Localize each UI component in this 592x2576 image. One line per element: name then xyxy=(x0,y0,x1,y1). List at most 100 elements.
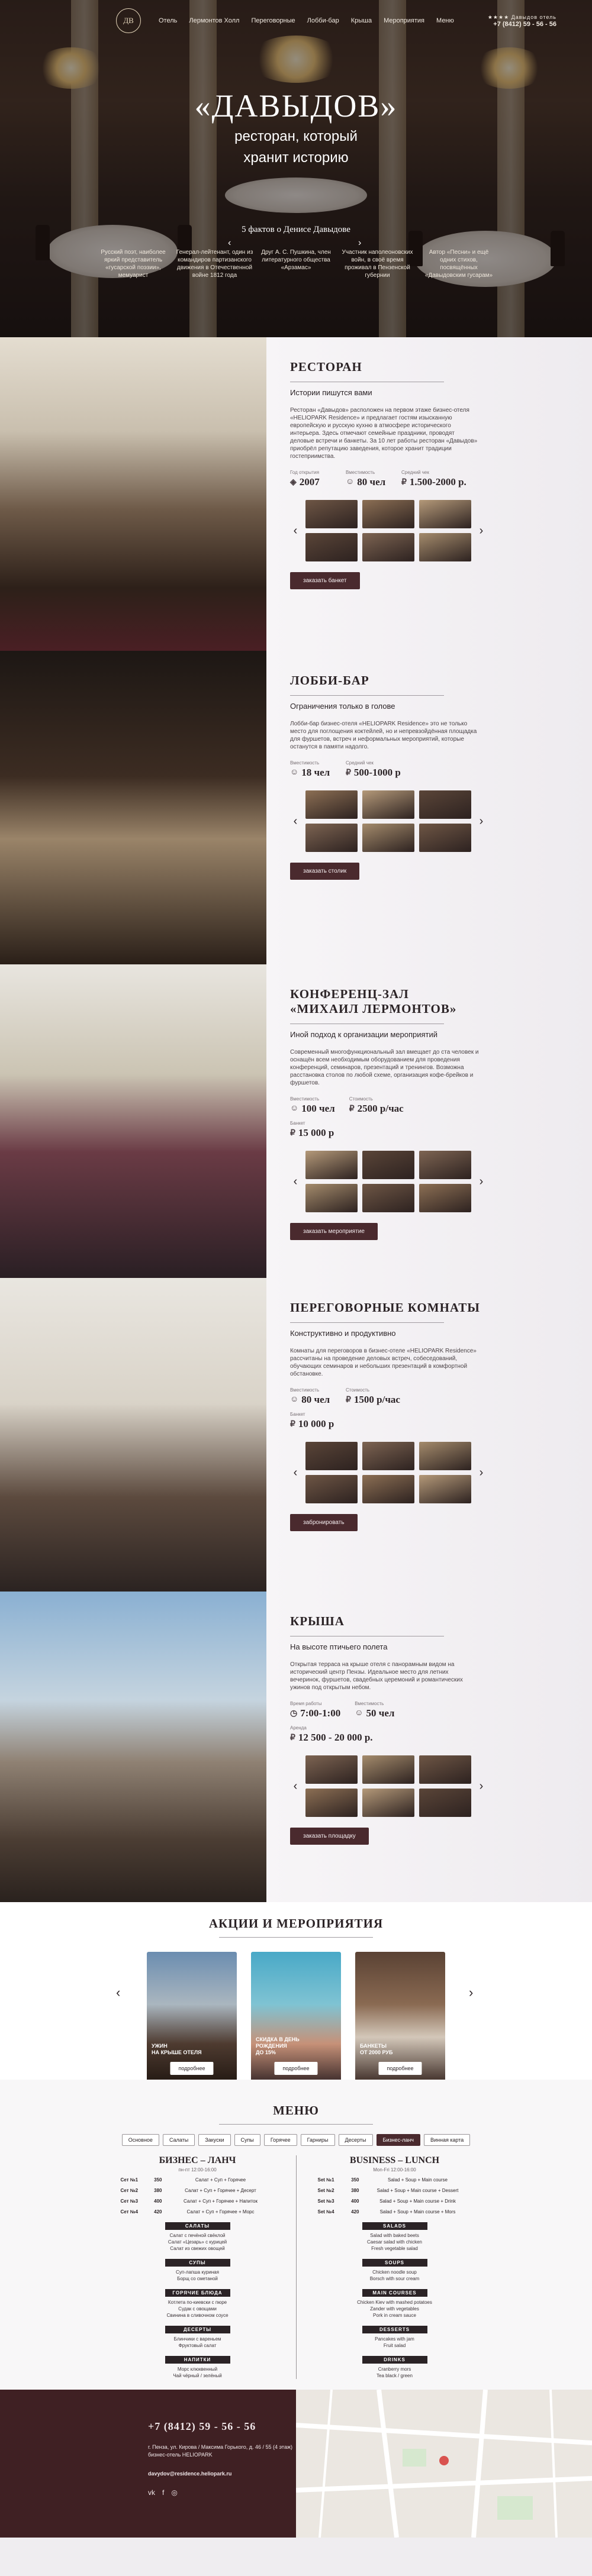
gallery-thumbnail[interactable] xyxy=(305,1442,358,1470)
instagram-icon[interactable]: ◎ xyxy=(171,2488,177,2497)
nav-item-meeting-rooms[interactable]: Переговорные xyxy=(251,17,295,24)
gallery-thumbnail[interactable] xyxy=(305,500,358,528)
chevron-left-icon[interactable]: ‹ xyxy=(290,1175,301,1189)
gallery-thumbnail[interactable] xyxy=(305,1151,358,1179)
chevron-right-icon[interactable]: › xyxy=(476,524,487,538)
chevron-left-icon[interactable]: ‹ xyxy=(290,815,301,828)
gallery-thumbnail[interactable] xyxy=(362,824,414,852)
facebook-icon[interactable]: f xyxy=(162,2488,164,2497)
set-price: 350 xyxy=(351,2177,359,2183)
divider xyxy=(219,2124,373,2125)
footer-email[interactable]: davydov@residence.heliopark.ru xyxy=(148,2471,296,2477)
gallery-thumbnail[interactable] xyxy=(362,1475,414,1503)
gallery-thumbnail[interactable] xyxy=(362,1151,414,1179)
chevron-left-icon[interactable]: ‹ xyxy=(228,238,231,248)
chevron-left-icon[interactable]: ‹ xyxy=(290,1466,301,1480)
gallery-thumbnail[interactable] xyxy=(419,1151,471,1179)
gallery-thumbnail[interactable] xyxy=(419,1442,471,1470)
venue-stats: Вместимость ☺ 80 чел Стоимость ₽1500 р/час xyxy=(290,1387,568,1406)
menu-column-ru: БИЗНЕС – ЛАНЧ пн-пт 12:00-16:00 Сет №1 350 С… xyxy=(121,2155,275,2379)
menu-tab[interactable]: Супы xyxy=(234,2134,260,2146)
gallery-thumbnail[interactable] xyxy=(305,790,358,819)
promo-more-button[interactable]: подробнее xyxy=(170,2062,214,2075)
menu-dish: Салат «Цезарь» с курицей xyxy=(168,2239,227,2245)
gallery-grid xyxy=(305,790,471,852)
menu-tab[interactable]: Винная карта xyxy=(423,2134,471,2146)
chevron-right-icon[interactable]: › xyxy=(476,1780,487,1793)
venue-order-button[interactable]: заказать столик xyxy=(290,863,360,880)
stat-value-row: ₽15 000 р xyxy=(290,1127,334,1139)
nav-item-menu[interactable]: Меню xyxy=(436,17,454,24)
menu-tab[interactable]: Десерты xyxy=(338,2134,373,2146)
gallery-thumbnail[interactable] xyxy=(362,1184,414,1212)
vk-icon[interactable]: vk xyxy=(148,2488,155,2497)
header-phone[interactable]: +7 (8412) 59 - 56 - 56 xyxy=(488,21,556,28)
logo-icon[interactable]: ДВ xyxy=(116,8,141,33)
chevron-left-icon[interactable]: ‹ xyxy=(290,1780,301,1793)
venue-stat: Год открытия ◈ 2007 xyxy=(290,470,332,488)
top-navigation: ДВ Отель Лермонтов Холл Переговорные Лоб… xyxy=(0,0,592,41)
gallery-thumbnail[interactable] xyxy=(305,1755,358,1784)
gallery-thumbnail[interactable] xyxy=(362,500,414,528)
venue-order-button[interactable]: заказать банкет xyxy=(290,572,360,589)
gallery-thumbnail[interactable] xyxy=(419,533,471,561)
chevron-right-icon[interactable]: › xyxy=(476,815,487,828)
gallery-thumbnail[interactable] xyxy=(419,1475,471,1503)
gallery-thumbnail[interactable] xyxy=(362,1442,414,1470)
venue-order-button[interactable]: заказать площадку xyxy=(290,1828,369,1845)
venue-order-button[interactable]: заказать мероприятие xyxy=(290,1223,378,1240)
chevron-right-icon[interactable]: › xyxy=(469,1985,473,2000)
venue-section: ПЕРЕГОВОРНЫЕ КОМНАТЫ Конструктивно и прод… xyxy=(0,1278,592,1592)
menu-tab[interactable]: Бизнес-ланч xyxy=(376,2134,420,2146)
nav-item-lermontov[interactable]: Лермонтов Холл xyxy=(189,17,239,24)
nav-item-events[interactable]: Мероприятия xyxy=(384,17,424,24)
gallery-thumbnail[interactable] xyxy=(362,1789,414,1817)
set-name: Set №3 xyxy=(317,2199,334,2204)
gallery-thumbnail[interactable] xyxy=(305,1184,358,1212)
stat-label: Банкет xyxy=(290,1412,305,1417)
menu-tab[interactable]: Основное xyxy=(121,2134,159,2146)
gallery-thumbnail[interactable] xyxy=(362,533,414,561)
menu-section-heading: НАПИТКИ xyxy=(165,2356,230,2364)
gallery-thumbnail[interactable] xyxy=(419,1755,471,1784)
stat-icon: ◷ xyxy=(290,1709,298,1718)
menu-tab[interactable]: Закуски xyxy=(198,2134,231,2146)
location-map[interactable] xyxy=(296,2390,592,2538)
venue-stat: Банкет ₽15 000 р xyxy=(290,1121,334,1139)
gallery-thumbnail[interactable] xyxy=(362,790,414,819)
menu-tab[interactable]: Горячее xyxy=(263,2134,297,2146)
promo-card[interactable]: БАНКЕТЫ ОТ 2000 РУБ подробнее xyxy=(355,1952,445,2083)
chevron-right-icon[interactable]: › xyxy=(476,1466,487,1480)
venue-stats: Год открытия ◈ 2007 Вместимость ☺ 80 чел Средн… xyxy=(290,470,568,488)
chevron-right-icon[interactable]: › xyxy=(476,1175,487,1189)
nav-item-hotel[interactable]: Отель xyxy=(159,17,177,24)
gallery-thumbnail[interactable] xyxy=(305,824,358,852)
set-name: Сет №4 xyxy=(120,2209,139,2215)
gallery-thumbnail[interactable] xyxy=(419,1184,471,1212)
footer-phone[interactable]: +7 (8412) 59 - 56 - 56 xyxy=(148,2420,296,2433)
menu-tab[interactable]: Гарниры xyxy=(300,2134,335,2146)
promo-more-button[interactable]: подробнее xyxy=(378,2062,422,2075)
stat-icon: ◈ xyxy=(290,477,297,487)
gallery-thumbnail[interactable] xyxy=(305,1475,358,1503)
gallery-thumbnail[interactable] xyxy=(419,1789,471,1817)
gallery-thumbnail[interactable] xyxy=(305,1789,358,1817)
menu-tab[interactable]: Салаты xyxy=(162,2134,195,2146)
gallery-thumbnail[interactable] xyxy=(419,500,471,528)
nav-item-lobby-bar[interactable]: Лобби-бар xyxy=(307,17,339,24)
promo-more-button[interactable]: подробнее xyxy=(274,2062,318,2075)
gallery-thumbnail[interactable] xyxy=(419,824,471,852)
promo-card[interactable]: СКИДКА В ДЕНЬ РОЖДЕНИЯ ДО 15% подробнее xyxy=(251,1952,341,2083)
venue-info: ЛОББИ-БАР Ограничения только в голове Лобб… xyxy=(266,651,592,964)
gallery-thumbnail[interactable] xyxy=(362,1755,414,1784)
menu-section-heading: ДЕСЕРТЫ xyxy=(165,2326,230,2333)
chevron-left-icon[interactable]: ‹ xyxy=(290,524,301,538)
gallery-thumbnail[interactable] xyxy=(305,533,358,561)
chevron-left-icon[interactable]: ‹ xyxy=(116,1985,120,2000)
stat-value-row: ☺ 18 чел xyxy=(290,767,332,779)
chevron-right-icon[interactable]: › xyxy=(358,238,361,248)
promo-card[interactable]: УЖИН НА КРЫШЕ ОТЕЛЯ подробнее xyxy=(147,1952,237,2083)
gallery-thumbnail[interactable] xyxy=(419,790,471,819)
nav-item-roof[interactable]: Крыша xyxy=(351,17,372,24)
venue-order-button[interactable]: забронировать xyxy=(290,1514,358,1531)
